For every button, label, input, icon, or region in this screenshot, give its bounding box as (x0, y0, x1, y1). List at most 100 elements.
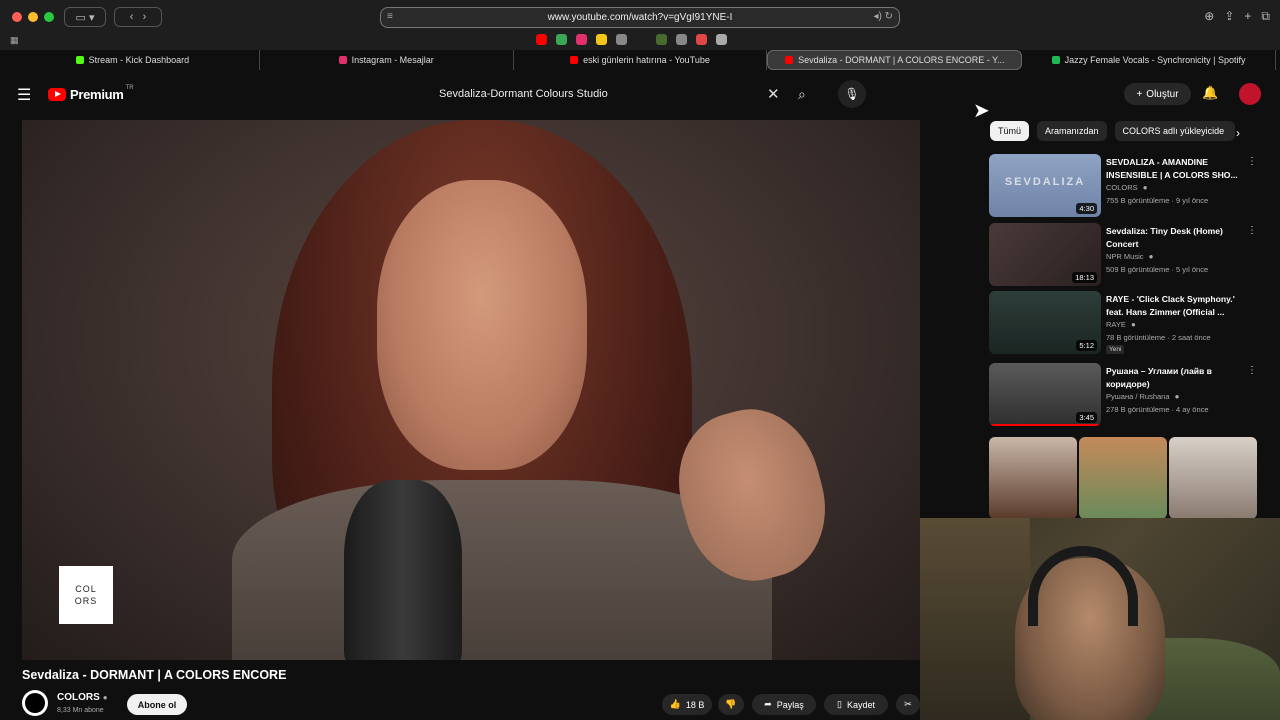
shorts-row (989, 437, 1280, 519)
channel-avatar[interactable] (22, 690, 48, 716)
filter-chips: Tümü Aramanızdan COLORS adlı yükleyicide (990, 121, 1235, 141)
share-icon[interactable]: ⇪ (1224, 9, 1234, 24)
chip-all[interactable]: Tümü (990, 121, 1030, 141)
colors-watermark: COL ORS (59, 566, 113, 624)
recommendation-title[interactable]: SEVDALIZA - AMANDINE INSENSIBLE | A COLO… (1106, 156, 1241, 181)
tab-instagram[interactable]: Instagram - Mesajlar (260, 50, 514, 70)
verified-icon: ● (102, 693, 108, 702)
page-settings-icon[interactable]: ≡ (387, 11, 393, 22)
recommendation-channel[interactable]: Рушана / Rushana ● (1106, 392, 1179, 401)
notifications-bell-icon[interactable]: 🔔 (1202, 85, 1218, 101)
chip-from-uploader[interactable]: COLORS adlı yükleyicide (1114, 121, 1235, 141)
short-thumbnail[interactable] (1079, 437, 1167, 519)
recommendation-thumbnail[interactable]: 3:45 (989, 363, 1101, 426)
save-button[interactable]: ▯ Kaydet (824, 694, 888, 715)
video-title: Sevdaliza - DORMANT | A COLORS ENCORE (22, 668, 287, 682)
youtube-icon (570, 56, 579, 64)
recommendation-item[interactable]: 3:45 Рушана – Углами (лайв в коридоре) Р… (989, 363, 1279, 429)
recommendation-item[interactable]: SEVDALIZA 4:30 SEVDALIZA - AMANDINE INSE… (989, 154, 1279, 220)
bookmark-globe2-icon[interactable] (676, 34, 687, 45)
youtube-premium-logo[interactable]: Premium TR (48, 85, 134, 102)
new-tab-icon[interactable]: + (1244, 9, 1251, 24)
bookmark-instagram-icon[interactable] (576, 34, 587, 45)
tab-youtube-old[interactable]: eski günlerin hatırına - YouTube (514, 50, 768, 70)
recommendation-channel[interactable]: COLORS ● (1106, 183, 1148, 192)
address-bar[interactable]: ≡ www.youtube.com/watch?v=gVgI91YNE-I ◂)… (380, 7, 900, 28)
short-thumbnail[interactable] (989, 437, 1077, 519)
more-options-icon[interactable]: ⋮ (1247, 156, 1257, 167)
grid-icon[interactable]: ▦ (10, 35, 19, 46)
recommendation-title[interactable]: Sevdaliza: Tiny Desk (Home) Concert (1106, 225, 1241, 250)
chevron-right-icon[interactable]: › (1236, 126, 1240, 140)
youtube-header: ☰ Premium TR Sevdaliza-Dormant Colours S… (0, 72, 1280, 116)
reload-icon[interactable]: ◂) ↻ (873, 11, 893, 22)
bookmark-youtube-icon[interactable] (536, 34, 547, 45)
bookmark-imdb-icon[interactable] (596, 34, 607, 45)
recommendation-item[interactable]: 18:13 Sevdaliza: Tiny Desk (Home) Concer… (989, 223, 1279, 289)
url-text: www.youtube.com/watch?v=gVgI91YNE-I (547, 12, 733, 23)
tab-overview-icon[interactable]: ⧉ (1261, 9, 1270, 24)
window-minimize-button[interactable] (28, 12, 38, 22)
more-options-icon[interactable]: ⋮ (1247, 365, 1257, 376)
video-frame-face (377, 180, 587, 470)
tab-kick[interactable]: Stream - Kick Dashboard (6, 50, 260, 70)
instagram-icon (338, 56, 347, 64)
bookmark-spacer (636, 34, 647, 45)
video-player[interactable]: COL ORS (22, 120, 920, 660)
verified-icon: ● (1174, 392, 1180, 401)
search-input[interactable]: Sevdaliza-Dormant Colours Studio (428, 82, 790, 106)
voice-search-icon[interactable]: 🎙 (838, 80, 866, 108)
mouse-cursor-icon: ➤ (973, 100, 990, 122)
hamburger-menu-icon[interactable]: ☰ (17, 85, 31, 105)
bookmark-red-icon[interactable] (696, 34, 707, 45)
verified-icon: ● (1130, 320, 1136, 329)
spotify-icon (1051, 56, 1060, 64)
headphones-icon (1028, 546, 1138, 626)
chip-from-search[interactable]: Aramanızdan (1037, 121, 1107, 141)
subscribe-button[interactable]: Abone ol (127, 694, 187, 715)
recommendation-thumbnail[interactable]: 18:13 (989, 223, 1101, 286)
clip-button[interactable]: ✂ (896, 694, 920, 715)
recommendation-item[interactable]: 5:12 RAYE - 'Click Clack Symphony.' feat… (989, 291, 1279, 357)
recommendation-title[interactable]: Рушана – Углами (лайв в коридоре) (1106, 365, 1241, 390)
like-button[interactable]: 👍 18 B (662, 694, 712, 715)
more-options-icon[interactable]: ⋮ (1247, 225, 1257, 236)
thumbs-up-icon: 👍 (669, 699, 681, 709)
clear-search-icon[interactable]: ✕ (767, 85, 780, 103)
recommendation-thumbnail[interactable]: SEVDALIZA 4:30 (989, 154, 1101, 217)
bookmark-gear-icon[interactable] (716, 34, 727, 45)
create-button[interactable]: + Oluştur (1124, 83, 1191, 105)
thumbs-down-icon: 👎 (725, 699, 737, 709)
share-button[interactable]: ➦ Paylaş (752, 694, 816, 715)
recommendation-channel[interactable]: RAYE ● (1106, 320, 1136, 329)
recommendation-meta: 278 B görüntüleme · 4 ay önce (1106, 405, 1209, 414)
verified-icon: ● (1142, 183, 1148, 192)
search-icon[interactable]: ⌕ (798, 86, 806, 103)
watch-progress-bar (989, 424, 1101, 426)
window-maximize-button[interactable] (44, 12, 54, 22)
webcam-overlay (920, 518, 1280, 720)
recommendation-channel[interactable]: NPR Music ● (1106, 252, 1153, 261)
download-icon[interactable]: ⊕ (1204, 9, 1214, 24)
account-avatar[interactable] (1239, 83, 1261, 105)
youtube-icon (785, 56, 794, 64)
back-forward-buttons[interactable]: ‹ › (114, 7, 162, 27)
webcam-bookshelf (920, 518, 1030, 720)
bookmark-globe-icon[interactable] (616, 34, 627, 45)
channel-name[interactable]: COLORS ● (57, 692, 108, 703)
recommendation-title[interactable]: RAYE - 'Click Clack Symphony.' feat. Han… (1106, 293, 1241, 318)
tab-spotify[interactable]: Jazzy Female Vocals - Synchronicity | Sp… (1022, 50, 1276, 70)
kick-icon (75, 56, 84, 64)
bookmark-green-icon[interactable] (656, 34, 667, 45)
tab-youtube-active[interactable]: Sevdaliza - DORMANT | A COLORS ENCORE - … (767, 50, 1023, 70)
new-badge: Yeni (1106, 345, 1125, 354)
recommendation-meta: 509 B görüntüleme · 5 yıl önce (1106, 265, 1209, 274)
window-close-button[interactable] (12, 12, 22, 22)
sidebar-toggle-button[interactable]: ▭ ▾ (64, 7, 106, 27)
scissors-icon: ✂ (904, 699, 912, 709)
recommendation-thumbnail[interactable]: 5:12 (989, 291, 1101, 354)
dislike-button[interactable]: 👎 (718, 694, 744, 715)
browser-toolbar: ▭ ▾ ‹ › ≡ www.youtube.com/watch?v=gVgI91… (0, 0, 1280, 50)
bookmark-drop-icon[interactable] (556, 34, 567, 45)
short-thumbnail[interactable] (1169, 437, 1257, 519)
